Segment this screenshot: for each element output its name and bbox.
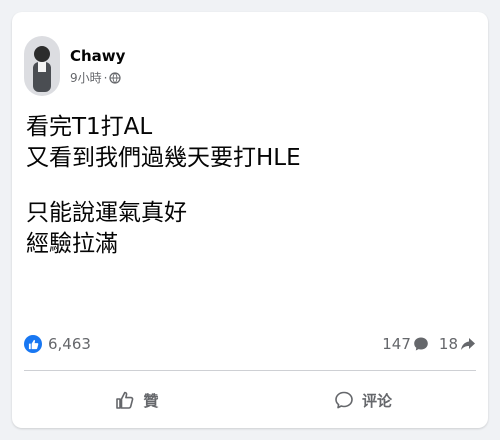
like-icon[interactable] bbox=[24, 335, 42, 353]
avatar-image bbox=[24, 36, 60, 96]
separator-dot: · bbox=[103, 71, 108, 85]
actions-divider bbox=[24, 370, 476, 371]
comments-count: 147 bbox=[382, 335, 411, 353]
like-button-label: 贊 bbox=[143, 391, 159, 410]
like-button[interactable]: 贊 bbox=[24, 378, 250, 422]
comment-button-label: 评论 bbox=[361, 391, 392, 410]
reactions-count[interactable]: 6,463 bbox=[48, 335, 91, 353]
post-actions: 贊 评论 bbox=[24, 378, 476, 422]
post-paragraph-2: 只能說運氣真好 經驗拉滿 bbox=[26, 198, 301, 260]
post-text: 看完T1打AL 又看到我們過幾天要打HLE 只能說運氣真好 經驗拉滿 bbox=[26, 112, 301, 260]
author-name[interactable]: Chawy bbox=[70, 47, 125, 65]
post-card: Chawy 9小時 · 看完T1打AL 又看到我們過幾天要打HLE 只能說運氣真… bbox=[12, 12, 488, 428]
post-stats: 6,463 147 18 bbox=[24, 330, 476, 358]
post-meta: Chawy 9小時 · bbox=[70, 47, 125, 85]
share-arrow-icon bbox=[461, 338, 475, 350]
comment-button[interactable]: 评论 bbox=[250, 378, 476, 422]
post-line: 看完T1打AL bbox=[26, 114, 153, 140]
comments-stat[interactable]: 147 bbox=[382, 335, 429, 353]
post-line: 經驗拉滿 bbox=[26, 231, 118, 257]
shares-stat[interactable]: 18 bbox=[439, 335, 476, 353]
post-line: 又看到我們過幾天要打HLE bbox=[26, 145, 301, 171]
comment-icon bbox=[335, 391, 353, 409]
avatar[interactable] bbox=[24, 36, 60, 96]
thumbs-up-icon bbox=[116, 391, 134, 409]
post-header: Chawy 9小時 · bbox=[24, 36, 125, 96]
comment-bubble-icon bbox=[414, 337, 428, 351]
post-time[interactable]: 9小時 bbox=[70, 71, 102, 85]
post-paragraph-1: 看完T1打AL 又看到我們過幾天要打HLE bbox=[26, 112, 301, 174]
post-subline: 9小時 · bbox=[70, 71, 125, 85]
post-line: 只能說運氣真好 bbox=[26, 200, 187, 226]
globe-icon[interactable] bbox=[109, 72, 122, 84]
shares-count: 18 bbox=[438, 335, 458, 353]
